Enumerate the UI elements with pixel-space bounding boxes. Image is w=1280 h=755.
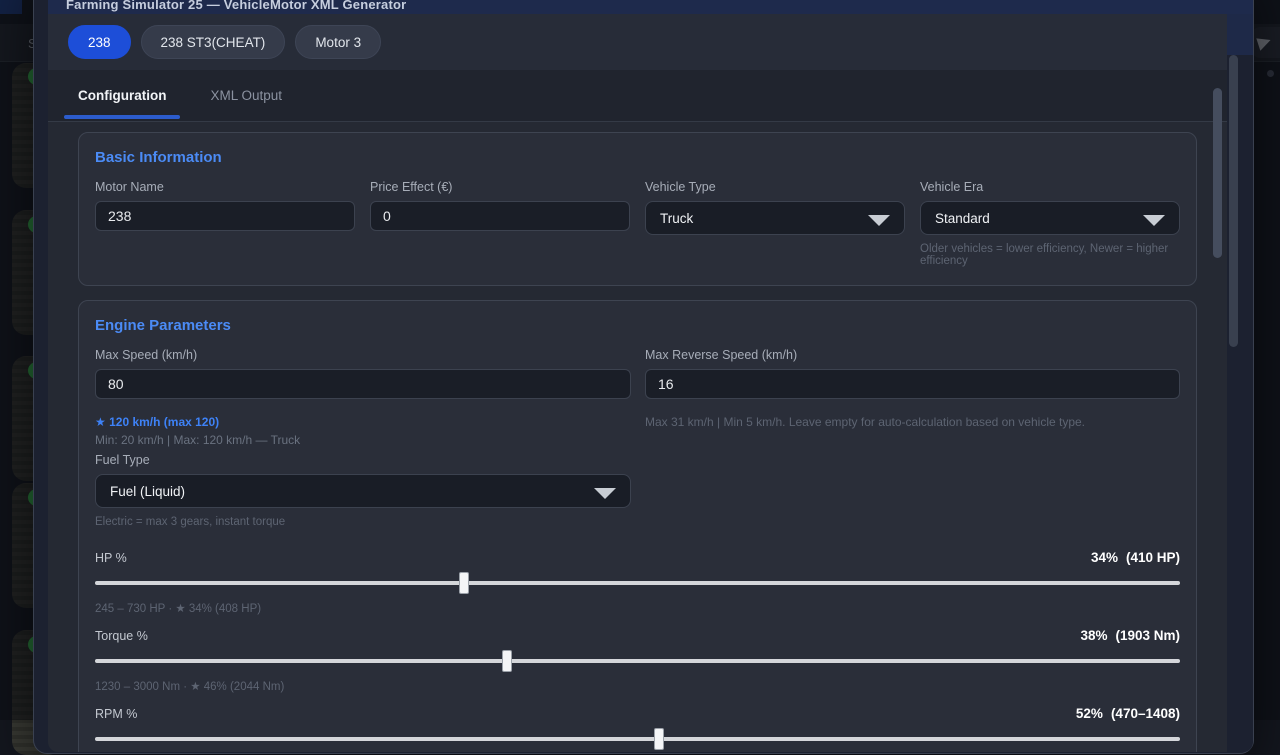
dialog-header: Farming Simulator 25 — VehicleMotor XML … bbox=[48, 0, 1253, 14]
torque-percent-value: 38%(1903 Nm) bbox=[1080, 628, 1180, 643]
motor-name-field[interactable] bbox=[95, 201, 355, 231]
slider-thumb[interactable] bbox=[654, 728, 664, 750]
vehicle-type-fieldgroup: Vehicle Type Truck bbox=[645, 180, 905, 267]
rpm-percent-slider-row: RPM % 52%(470–1408) 550 – 2200 RPM · ★ 5… bbox=[95, 706, 1180, 752]
hp-percent-slider[interactable] bbox=[95, 571, 1180, 595]
hp-percent-label: HP % bbox=[95, 551, 127, 565]
fuel-type-helper: Electric = max 3 gears, instant torque bbox=[95, 516, 631, 528]
dialog-title: Farming Simulator 25 — VehicleMotor XML … bbox=[66, 0, 406, 12]
chevron-down-icon bbox=[1143, 215, 1165, 226]
slider-thumb[interactable] bbox=[459, 572, 469, 594]
max-reverse-speed-field[interactable] bbox=[645, 369, 1180, 399]
motor-chip-238-st3-cheat[interactable]: 238 ST3(CHEAT) bbox=[141, 25, 286, 59]
chevron-down-icon bbox=[868, 215, 890, 226]
vehicle-type-value: Truck bbox=[660, 211, 693, 226]
max-speed-field[interactable] bbox=[95, 369, 631, 399]
tab-xml-output[interactable]: XML Output bbox=[192, 70, 300, 121]
slider-track bbox=[95, 581, 1180, 585]
motor-chip-motor-3[interactable]: Motor 3 bbox=[295, 25, 381, 59]
tab-configuration[interactable]: Configuration bbox=[60, 70, 184, 121]
dialog-scroll-corner bbox=[1227, 0, 1253, 55]
max-speed-label: Max Speed (km/h) bbox=[95, 348, 631, 362]
price-effect-field[interactable] bbox=[370, 201, 630, 231]
torque-percent-helper: 1230 – 3000 Nm · ★ 46% (2044 Nm) bbox=[95, 679, 1180, 693]
rpm-percent-label: RPM % bbox=[95, 707, 137, 721]
price-effect-fieldgroup: Price Effect (€) bbox=[370, 180, 630, 267]
vehicle-type-select[interactable]: Truck bbox=[645, 201, 905, 235]
slider-track bbox=[95, 659, 1180, 663]
vehicle-era-fieldgroup: Vehicle Era Standard Older vehicles = lo… bbox=[920, 180, 1180, 267]
max-speed-range-hint: Min: 20 km/h | Max: 120 km/h — Truck bbox=[95, 433, 631, 447]
hp-percent-slider-row: HP % 34%(410 HP) 245 – 730 HP · ★ 34% (4… bbox=[95, 550, 1180, 615]
torque-percent-slider[interactable] bbox=[95, 649, 1180, 673]
basic-information-section: Basic Information Motor Name Price Effec… bbox=[78, 132, 1197, 286]
overlay-scrollbar[interactable] bbox=[1229, 55, 1238, 347]
motor-chips-row: 238 238 ST3(CHEAT) Motor 3 bbox=[48, 14, 1227, 70]
vehiclemotor-xml-generator-dialog: Farming Simulator 25 — VehicleMotor XML … bbox=[48, 0, 1253, 752]
torque-percent-slider-row: Torque % 38%(1903 Nm) 1230 – 3000 Nm · ★… bbox=[95, 628, 1180, 693]
max-speed-fieldgroup: Max Speed (km/h) ★ 120 km/h (max 120) Mi… bbox=[95, 348, 631, 528]
vehicle-era-helper: Older vehicles = lower efficiency, Newer… bbox=[920, 243, 1180, 267]
motor-chip-238[interactable]: 238 bbox=[68, 25, 131, 59]
rpm-percent-value: 52%(470–1408) bbox=[1076, 706, 1180, 721]
fuel-type-select[interactable]: Fuel (Liquid) bbox=[95, 474, 631, 508]
vehicle-era-value: Standard bbox=[935, 211, 990, 226]
fuel-type-fieldgroup: Fuel Type Fuel (Liquid) Electric = max 3… bbox=[95, 453, 631, 528]
dialog-tabs: Configuration XML Output bbox=[48, 70, 1227, 122]
section-heading: Basic Information bbox=[95, 149, 1180, 166]
motor-name-label: Motor Name bbox=[95, 180, 355, 194]
vehicle-era-select[interactable]: Standard bbox=[920, 201, 1180, 235]
chevron-down-icon bbox=[594, 488, 616, 499]
vehicle-era-label: Vehicle Era bbox=[920, 180, 1180, 194]
max-reverse-speed-label: Max Reverse Speed (km/h) bbox=[645, 348, 1180, 362]
hp-percent-value: 34%(410 HP) bbox=[1091, 550, 1180, 565]
torque-percent-label: Torque % bbox=[95, 629, 148, 643]
configuration-panel: Basic Information Motor Name Price Effec… bbox=[48, 122, 1227, 752]
fuel-type-label: Fuel Type bbox=[95, 453, 631, 467]
price-effect-label: Price Effect (€) bbox=[370, 180, 630, 194]
slider-track bbox=[95, 737, 1180, 741]
engine-parameters-section: Engine Parameters Max Speed (km/h) ★ 120… bbox=[78, 300, 1197, 752]
hp-percent-helper: 245 – 730 HP · ★ 34% (408 HP) bbox=[95, 601, 1180, 615]
rpm-percent-slider[interactable] bbox=[95, 727, 1180, 751]
max-reverse-speed-fieldgroup: Max Reverse Speed (km/h) Max 31 km/h | M… bbox=[645, 348, 1180, 528]
vehicle-type-label: Vehicle Type bbox=[645, 180, 905, 194]
slider-thumb[interactable] bbox=[502, 650, 512, 672]
section-heading: Engine Parameters bbox=[95, 317, 1180, 334]
motor-name-fieldgroup: Motor Name bbox=[95, 180, 355, 267]
max-speed-recommended-hint: ★ 120 km/h (max 120) bbox=[95, 415, 631, 429]
fuel-type-value: Fuel (Liquid) bbox=[110, 484, 185, 499]
content-scrollbar[interactable] bbox=[1213, 88, 1222, 258]
max-reverse-speed-helper: Max 31 km/h | Min 5 km/h. Leave empty fo… bbox=[645, 415, 1180, 429]
